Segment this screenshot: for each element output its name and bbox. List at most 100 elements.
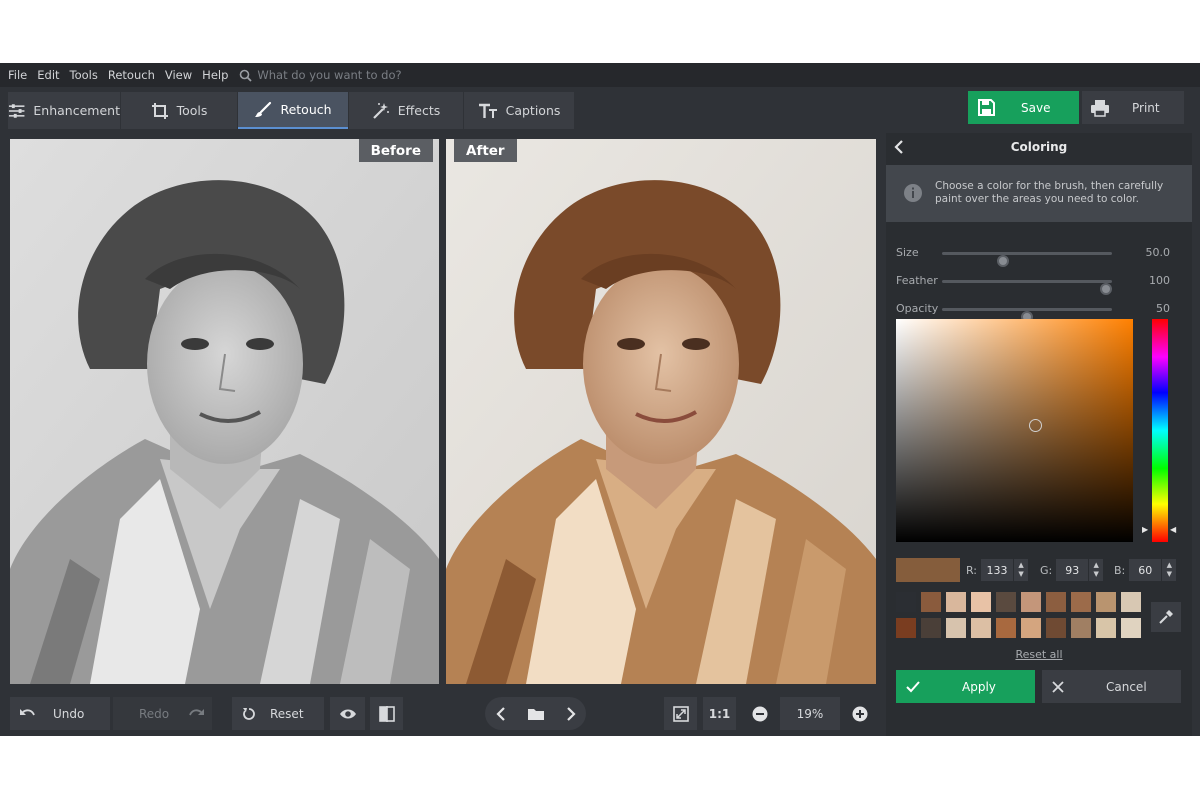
slider-label: Feather xyxy=(896,274,938,287)
tab-retouch[interactable]: Retouch xyxy=(238,92,348,129)
search-placeholder: What do you want to do? xyxy=(257,68,402,82)
back-arrow-icon[interactable] xyxy=(894,139,904,155)
chevron-left-icon[interactable] xyxy=(495,706,506,721)
palette-swatch[interactable] xyxy=(971,592,991,612)
bottom-toolbar: Undo Redo Reset 1:1 19% xyxy=(0,693,885,736)
reset-icon xyxy=(243,707,255,720)
menu-file[interactable]: File xyxy=(0,68,32,82)
photo-navigation xyxy=(485,697,586,730)
palette-swatch[interactable] xyxy=(1021,618,1041,638)
slider-track[interactable] xyxy=(942,280,1112,295)
palette-swatch[interactable] xyxy=(1046,618,1066,638)
crop-icon xyxy=(151,102,168,119)
redo-label: Redo xyxy=(139,706,170,721)
palette-swatch[interactable] xyxy=(1096,618,1116,638)
blue-field[interactable]: B: 60 ▲ ▼ xyxy=(1114,558,1177,582)
close-icon xyxy=(1052,680,1064,693)
zoom-actual-size-button[interactable]: 1:1 xyxy=(703,697,736,730)
menu-edit[interactable]: Edit xyxy=(32,68,64,82)
hue-slider[interactable] xyxy=(1152,319,1168,542)
brush-icon xyxy=(255,101,272,117)
palette-swatch[interactable] xyxy=(1071,618,1091,638)
slider-knob[interactable] xyxy=(1100,283,1112,295)
palette-swatch[interactable] xyxy=(1121,592,1141,612)
folder-icon[interactable] xyxy=(527,707,545,721)
cancel-label: Cancel xyxy=(1106,679,1147,694)
menu-help[interactable]: Help xyxy=(197,68,233,82)
red-spinner[interactable]: ▲ ▼ xyxy=(1014,559,1029,581)
apply-button[interactable]: Apply xyxy=(896,670,1035,703)
eyedropper-button[interactable] xyxy=(1151,602,1181,632)
palette-swatch[interactable] xyxy=(1121,618,1141,638)
print-label: Print xyxy=(1132,100,1160,115)
current-color-swatch xyxy=(896,558,960,582)
menu-retouch[interactable]: Retouch xyxy=(103,68,160,82)
slider-label: Opacity xyxy=(896,302,939,315)
palette-swatch[interactable] xyxy=(946,618,966,638)
redo-icon xyxy=(189,708,205,715)
search-icon xyxy=(240,69,253,82)
size-slider[interactable]: Size 50.0 xyxy=(896,244,1182,267)
palette-swatch[interactable] xyxy=(921,618,941,638)
print-button[interactable]: Print xyxy=(1082,91,1184,124)
palette-swatch[interactable] xyxy=(921,592,941,612)
slider-track[interactable] xyxy=(942,252,1112,267)
palette-swatch[interactable] xyxy=(1071,592,1091,612)
palette-swatch[interactable] xyxy=(896,618,916,638)
redo-button[interactable]: Redo xyxy=(113,697,212,730)
reset-button[interactable]: Reset xyxy=(232,697,324,730)
menu-view[interactable]: View xyxy=(160,68,197,82)
blue-spinner[interactable]: ▲ ▼ xyxy=(1162,559,1177,581)
color-saturation-value-picker[interactable] xyxy=(896,319,1133,542)
slider-knob[interactable] xyxy=(997,255,1010,267)
palette-swatch[interactable] xyxy=(896,592,916,612)
slider-label: Size xyxy=(896,246,919,259)
palette-swatch[interactable] xyxy=(996,592,1016,612)
tab-enhancement[interactable]: Enhancement xyxy=(8,92,120,129)
slider-track[interactable] xyxy=(942,308,1112,323)
tab-captions[interactable]: Captions xyxy=(464,92,574,129)
zoom-in-icon xyxy=(852,706,867,721)
preview-toggle-button[interactable] xyxy=(330,697,365,730)
after-photo-pane[interactable]: After xyxy=(446,139,876,684)
chevron-right-icon[interactable] xyxy=(566,706,576,721)
opacity-slider[interactable]: Opacity 50 xyxy=(896,300,1182,323)
fit-to-screen-button[interactable] xyxy=(664,697,697,730)
palette-swatch[interactable] xyxy=(1096,592,1116,612)
tab-tools[interactable]: Tools xyxy=(121,92,237,129)
menu-search[interactable]: What do you want to do? xyxy=(239,68,402,82)
before-photo-pane[interactable]: Before xyxy=(10,139,439,684)
palette-swatch[interactable] xyxy=(971,618,991,638)
tab-label: Captions xyxy=(505,103,561,118)
green-value[interactable]: 93 xyxy=(1056,559,1089,581)
compare-button[interactable] xyxy=(370,697,403,730)
reset-all-link[interactable]: Reset all xyxy=(886,648,1192,661)
tab-label: Effects xyxy=(397,103,441,118)
zoom-in-button[interactable] xyxy=(843,697,876,730)
menu-tools[interactable]: Tools xyxy=(65,68,103,82)
feather-slider[interactable]: Feather 100 xyxy=(896,272,1182,295)
app-window: File Edit Tools Retouch View Help What d… xyxy=(0,63,1200,736)
cancel-button[interactable]: Cancel xyxy=(1042,670,1181,703)
before-photo xyxy=(10,139,439,684)
zoom-percent-field[interactable]: 19% xyxy=(780,697,840,730)
info-box: Choose a color for the brush, then caref… xyxy=(886,165,1192,222)
undo-button[interactable]: Undo xyxy=(10,697,110,730)
info-text: Choose a color for the brush, then caref… xyxy=(935,180,1164,205)
text-icon xyxy=(478,103,497,118)
palette-swatch[interactable] xyxy=(996,618,1016,638)
palette-swatch[interactable] xyxy=(1021,592,1041,612)
color-picker-handle[interactable] xyxy=(1029,419,1042,432)
green-field[interactable]: G: 93 ▲ ▼ xyxy=(1040,558,1104,582)
menu-bar: File Edit Tools Retouch View Help What d… xyxy=(0,63,1200,87)
palette-swatch[interactable] xyxy=(946,592,966,612)
zoom-out-button[interactable] xyxy=(743,697,776,730)
green-spinner[interactable]: ▲ ▼ xyxy=(1089,559,1104,581)
red-value[interactable]: 133 xyxy=(981,559,1014,581)
rgb-input-row: R: 133 ▲ ▼ G: 93 ▲ ▼ B: 60 ▲ ▼ xyxy=(896,558,1186,582)
save-button[interactable]: Save xyxy=(968,91,1079,124)
palette-swatch[interactable] xyxy=(1046,592,1066,612)
tab-effects[interactable]: Effects xyxy=(349,92,463,129)
red-field[interactable]: R: 133 ▲ ▼ xyxy=(966,558,1029,582)
blue-value[interactable]: 60 xyxy=(1129,559,1162,581)
